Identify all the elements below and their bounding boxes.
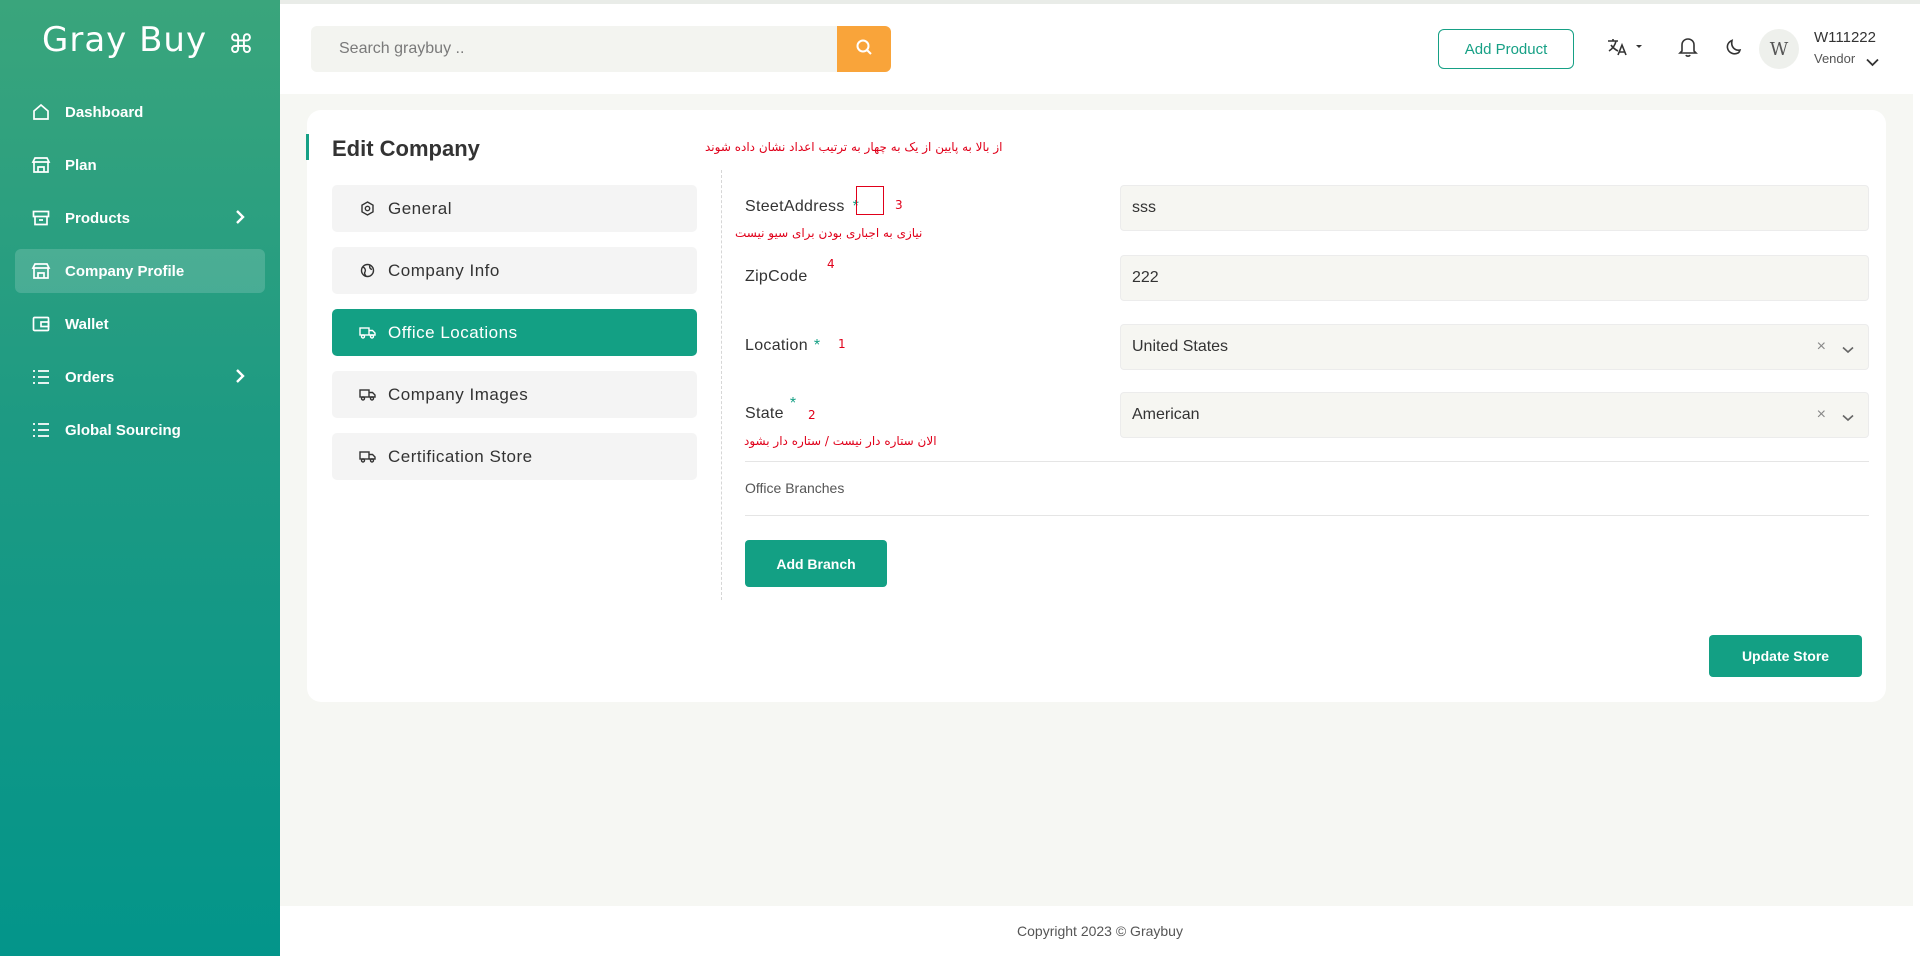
sidebar-item-label: Global Sourcing: [65, 421, 181, 439]
user-role[interactable]: Vendor: [1814, 51, 1855, 66]
search-input[interactable]: [311, 26, 847, 72]
sidebar-item-wallet[interactable]: Wallet: [15, 302, 265, 346]
annotation-number: 4: [827, 257, 835, 271]
sidebar-item-products[interactable]: Products: [15, 196, 265, 240]
sidebar-item-dashboard[interactable]: Dashboard: [15, 90, 265, 134]
list-icon: [31, 420, 51, 440]
avatar[interactable]: W: [1759, 29, 1799, 69]
selected-value: American: [1132, 406, 1200, 423]
store-icon: [31, 155, 51, 175]
truck-icon: [358, 326, 376, 339]
sidebar-item-label: Dashboard: [65, 103, 144, 121]
selected-value: United States: [1132, 338, 1229, 355]
annotation-state-note: الان ستاره دار نیست / ستاره دار بشود: [744, 434, 937, 448]
divider: [745, 461, 1869, 462]
field-label-text: State: [745, 405, 784, 422]
tab-company-info[interactable]: Company Info: [332, 247, 697, 294]
search-bar: [311, 26, 891, 72]
sidebar-item-label: Company Profile: [65, 262, 185, 280]
tab-label: Company Images: [388, 384, 529, 404]
page-title: Edit Company: [332, 136, 480, 161]
required-mark: *: [813, 337, 821, 354]
search-icon: [855, 38, 873, 61]
office-branches-label: Office Branches: [745, 480, 845, 496]
tab-company-images[interactable]: Company Images: [332, 371, 697, 418]
scrollbar-track[interactable]: [1913, 4, 1920, 906]
update-store-button[interactable]: Update Store: [1709, 635, 1862, 677]
sidebar-item-label: Plan: [65, 156, 97, 174]
annotation-street-note: نیازی به اجباری بودن برای سیو نیست: [735, 226, 923, 240]
store-icon: [31, 261, 51, 281]
annotation-number: 1: [838, 337, 846, 351]
truck-icon: [358, 450, 376, 463]
divider: [745, 515, 1869, 516]
tab-general[interactable]: General: [332, 185, 697, 232]
globe-icon: [358, 263, 376, 278]
annotation-top-note: از بالا به پایین از یک به چهار به ترتیب …: [705, 140, 1003, 154]
box-icon: [31, 208, 51, 228]
annotation-number: 2: [808, 408, 816, 422]
footer: Copyright 2023 © Graybuy: [280, 906, 1920, 956]
street-address-label: SteetAddress *: [745, 198, 859, 216]
add-product-button[interactable]: Add Product: [1438, 29, 1574, 69]
zip-code-field[interactable]: 222: [1120, 255, 1869, 301]
sidebar-item-company-profile[interactable]: Company Profile: [15, 249, 265, 293]
translate-icon[interactable]: [1607, 37, 1645, 62]
search-button[interactable]: [837, 26, 891, 72]
chevron-right-icon: [235, 369, 245, 387]
title-accent-bar: [306, 134, 309, 160]
truck-icon: [358, 388, 376, 401]
copyright-text: Copyright 2023 © Graybuy: [1017, 923, 1183, 939]
tab-label: Company Info: [388, 260, 500, 280]
bell-icon[interactable]: [1678, 36, 1698, 63]
annotation-highlight-box: [856, 186, 884, 215]
sidebar-nav: Dashboard Plan Products Company Profile: [15, 90, 265, 461]
location-select[interactable]: United States ×: [1120, 324, 1869, 370]
sidebar-item-label: Wallet: [65, 315, 109, 333]
annotation-number: 3: [895, 198, 903, 212]
chevron-right-icon: [235, 210, 245, 228]
command-icon[interactable]: ⌘: [228, 30, 254, 60]
sidebar-item-plan[interactable]: Plan: [15, 143, 265, 187]
chevron-down-icon[interactable]: [1842, 409, 1854, 427]
tab-certification-store[interactable]: Certification Store: [332, 433, 697, 480]
location-label: Location *: [745, 337, 820, 355]
wallet-icon: [31, 314, 51, 334]
state-label: State *: [745, 395, 796, 423]
state-select[interactable]: American ×: [1120, 392, 1869, 438]
sidebar: Gray Buy ⌘ Dashboard Plan Products Compa…: [0, 0, 280, 956]
chevron-down-icon[interactable]: [1866, 54, 1879, 72]
clear-icon[interactable]: ×: [1817, 406, 1826, 424]
zip-code-label: ZipCode: [745, 268, 808, 285]
tab-label: Office Locations: [388, 322, 518, 342]
user-name[interactable]: W111222: [1814, 29, 1876, 46]
street-address-field[interactable]: sss: [1120, 185, 1869, 231]
brand-logo[interactable]: Gray Buy: [42, 20, 207, 60]
clear-icon[interactable]: ×: [1817, 338, 1826, 356]
sidebar-item-label: Orders: [65, 368, 115, 386]
tab-label: Certification Store: [388, 446, 533, 466]
add-branch-button[interactable]: Add Branch: [745, 540, 887, 587]
sidebar-item-orders[interactable]: Orders: [15, 355, 265, 399]
edit-company-card: Edit Company General Company Info Office…: [306, 110, 1886, 702]
required-mark: *: [789, 395, 797, 412]
field-label-text: SteetAddress: [745, 198, 845, 215]
field-label-text: Location: [745, 337, 808, 354]
tab-office-locations[interactable]: Office Locations: [332, 309, 697, 356]
sidebar-item-label: Products: [65, 209, 131, 227]
moon-icon[interactable]: [1725, 37, 1745, 62]
list-icon: [31, 367, 51, 387]
settings-icon: [358, 201, 376, 216]
home-icon: [31, 102, 51, 122]
chevron-down-icon[interactable]: [1842, 341, 1854, 359]
section-divider: [721, 170, 722, 600]
sidebar-item-global-sourcing[interactable]: Global Sourcing: [15, 408, 265, 452]
top-header: Add Product W W111222 Vendor: [280, 4, 1920, 94]
tab-label: General: [388, 198, 452, 218]
